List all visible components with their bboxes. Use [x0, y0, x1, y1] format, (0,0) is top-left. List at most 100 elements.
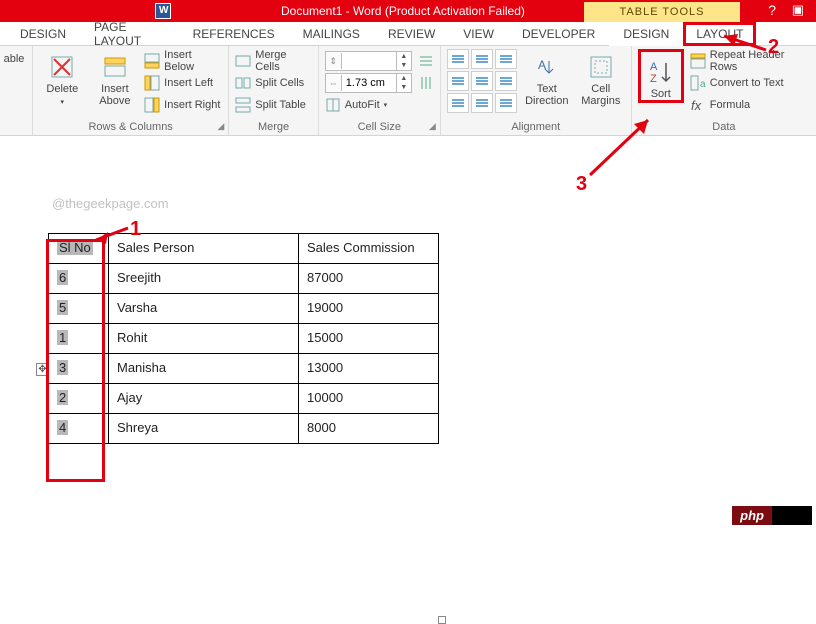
- split-cells-button[interactable]: Split Cells: [235, 73, 312, 93]
- insert-right-button[interactable]: Insert Right: [144, 95, 222, 115]
- sort-button[interactable]: AZ Sort: [644, 54, 678, 100]
- group-alignment-label: Alignment: [447, 121, 625, 134]
- table-row[interactable]: 3Manisha13000: [49, 354, 439, 384]
- table-partial-button: able: [2, 49, 26, 65]
- table-row[interactable]: 1Rohit15000: [49, 324, 439, 354]
- dialog-launcher-icon[interactable]: ◢: [217, 121, 224, 132]
- insert-above-button[interactable]: Insert Above: [92, 49, 139, 107]
- table-row[interactable]: 2Ajay10000: [49, 384, 439, 414]
- align-top-left[interactable]: [447, 49, 469, 69]
- tab-table-layout[interactable]: LAYOUT: [683, 22, 756, 46]
- insert-below-icon: [144, 53, 160, 69]
- svg-text:fx: fx: [691, 98, 702, 113]
- restore-window-icon[interactable]: ▣: [792, 2, 804, 18]
- distribute-columns-button[interactable]: [418, 73, 434, 93]
- table-partial-label: able: [4, 53, 25, 65]
- formula-icon: fx: [690, 97, 706, 113]
- tab-page-layout[interactable]: PAGE LAYOUT: [80, 22, 179, 46]
- watermark-text: @thegeekpage.com: [52, 196, 816, 211]
- table-row[interactable]: 4Shreya8000: [49, 414, 439, 444]
- table-row[interactable]: 6Sreejith87000: [49, 264, 439, 294]
- sort-label: Sort: [651, 88, 671, 100]
- insert-left-icon: [144, 75, 160, 91]
- merge-cells-icon: [235, 53, 251, 69]
- tab-mailings[interactable]: MAILINGS: [289, 22, 374, 46]
- distribute-rows-button[interactable]: [418, 51, 434, 71]
- insert-above-icon: [101, 53, 129, 81]
- insert-left-label: Insert Left: [164, 77, 213, 89]
- header-slno: Sl No: [57, 240, 93, 255]
- split-table-button[interactable]: Split Table: [235, 95, 312, 115]
- tab-review[interactable]: REVIEW: [374, 22, 449, 46]
- group-data: AZ Sort Repeat Header Rows a Convert to …: [632, 46, 816, 135]
- align-mid-left[interactable]: [447, 71, 469, 91]
- group-data-label: Data: [638, 121, 810, 134]
- svg-text:A: A: [538, 58, 546, 72]
- group-cell-size-label: Cell Size: [358, 121, 401, 133]
- spin-down-icon[interactable]: ▼: [397, 61, 411, 70]
- table-header-row[interactable]: Sl No Sales Person Sales Commission: [49, 234, 439, 264]
- help-icon[interactable]: ?: [768, 2, 776, 18]
- column-width-field[interactable]: [342, 77, 396, 89]
- repeat-header-rows-button[interactable]: Repeat Header Rows: [690, 51, 810, 71]
- cell-margins-button[interactable]: Cell Margins: [577, 49, 625, 107]
- repeat-header-label: Repeat Header Rows: [710, 49, 810, 73]
- window-title: Document1 - Word (Product Activation Fai…: [281, 4, 525, 18]
- insert-right-icon: [144, 97, 160, 113]
- spin-down-icon[interactable]: ▼: [397, 83, 411, 92]
- column-width-icon: ⇔: [326, 75, 342, 91]
- tab-view[interactable]: VIEW: [449, 22, 508, 46]
- sort-highlight-box: AZ Sort: [638, 49, 684, 103]
- distribute-columns-icon: [418, 75, 434, 91]
- insert-below-label: Insert Below: [164, 49, 222, 73]
- group-rows-columns-label: Rows & Columns: [88, 121, 172, 133]
- formula-button[interactable]: fx Formula: [690, 95, 810, 115]
- merge-cells-button[interactable]: Merge Cells: [235, 51, 312, 71]
- delete-button[interactable]: Delete▾: [39, 49, 86, 109]
- insert-right-label: Insert Right: [164, 99, 220, 111]
- header-sales-commission: Sales Commission: [299, 234, 439, 264]
- spin-up-icon[interactable]: ▲: [397, 74, 411, 83]
- header-sales-person: Sales Person: [109, 234, 299, 264]
- insert-below-button[interactable]: Insert Below: [144, 51, 222, 71]
- alignment-grid: [447, 49, 517, 113]
- dialog-launcher-icon[interactable]: ◢: [429, 121, 436, 132]
- row-height-field[interactable]: [342, 55, 396, 67]
- tab-design[interactable]: DESIGN: [0, 22, 80, 46]
- align-bot-center[interactable]: [471, 93, 493, 113]
- tab-developer[interactable]: DEVELOPER: [508, 22, 609, 46]
- align-mid-right[interactable]: [495, 71, 517, 91]
- badge-black-box: [772, 506, 812, 525]
- table-resize-handle-icon[interactable]: [438, 616, 446, 624]
- spin-up-icon[interactable]: ▲: [397, 52, 411, 61]
- svg-text:Z: Z: [650, 73, 657, 85]
- column-width-input[interactable]: ⇔ ▲▼: [325, 73, 412, 93]
- insert-left-button[interactable]: Insert Left: [144, 73, 222, 93]
- text-direction-icon: A: [533, 53, 561, 81]
- text-direction-label: Text Direction: [525, 83, 568, 107]
- php-text: php: [732, 506, 772, 525]
- tab-table-design[interactable]: DESIGN: [609, 22, 683, 46]
- align-mid-center[interactable]: [471, 71, 493, 91]
- ribbon: able Delete▾ Insert Above In: [0, 46, 816, 136]
- align-bot-left[interactable]: [447, 93, 469, 113]
- row-height-input[interactable]: ⇕ ▲▼: [325, 51, 412, 71]
- split-cells-icon: [235, 75, 251, 91]
- svg-text:A: A: [650, 61, 658, 73]
- distribute-rows-icon: [418, 53, 434, 69]
- split-table-icon: [235, 97, 251, 113]
- delete-icon: [48, 53, 76, 81]
- tab-references[interactable]: REFERENCES: [179, 22, 289, 46]
- table-move-handle-icon[interactable]: ✥: [36, 363, 49, 376]
- insert-above-label: Insert Above: [99, 83, 130, 107]
- align-top-right[interactable]: [495, 49, 517, 69]
- convert-to-text-button[interactable]: a Convert to Text: [690, 73, 810, 93]
- align-top-center[interactable]: [471, 49, 493, 69]
- row-height-icon: ⇕: [326, 53, 342, 69]
- autofit-button[interactable]: AutoFit ▾: [325, 95, 412, 115]
- repeat-header-icon: [690, 53, 706, 69]
- sales-table[interactable]: Sl No Sales Person Sales Commission 6Sre…: [48, 233, 439, 444]
- align-bot-right[interactable]: [495, 93, 517, 113]
- text-direction-button[interactable]: A Text Direction: [523, 49, 571, 107]
- table-row[interactable]: 5Varsha19000: [49, 294, 439, 324]
